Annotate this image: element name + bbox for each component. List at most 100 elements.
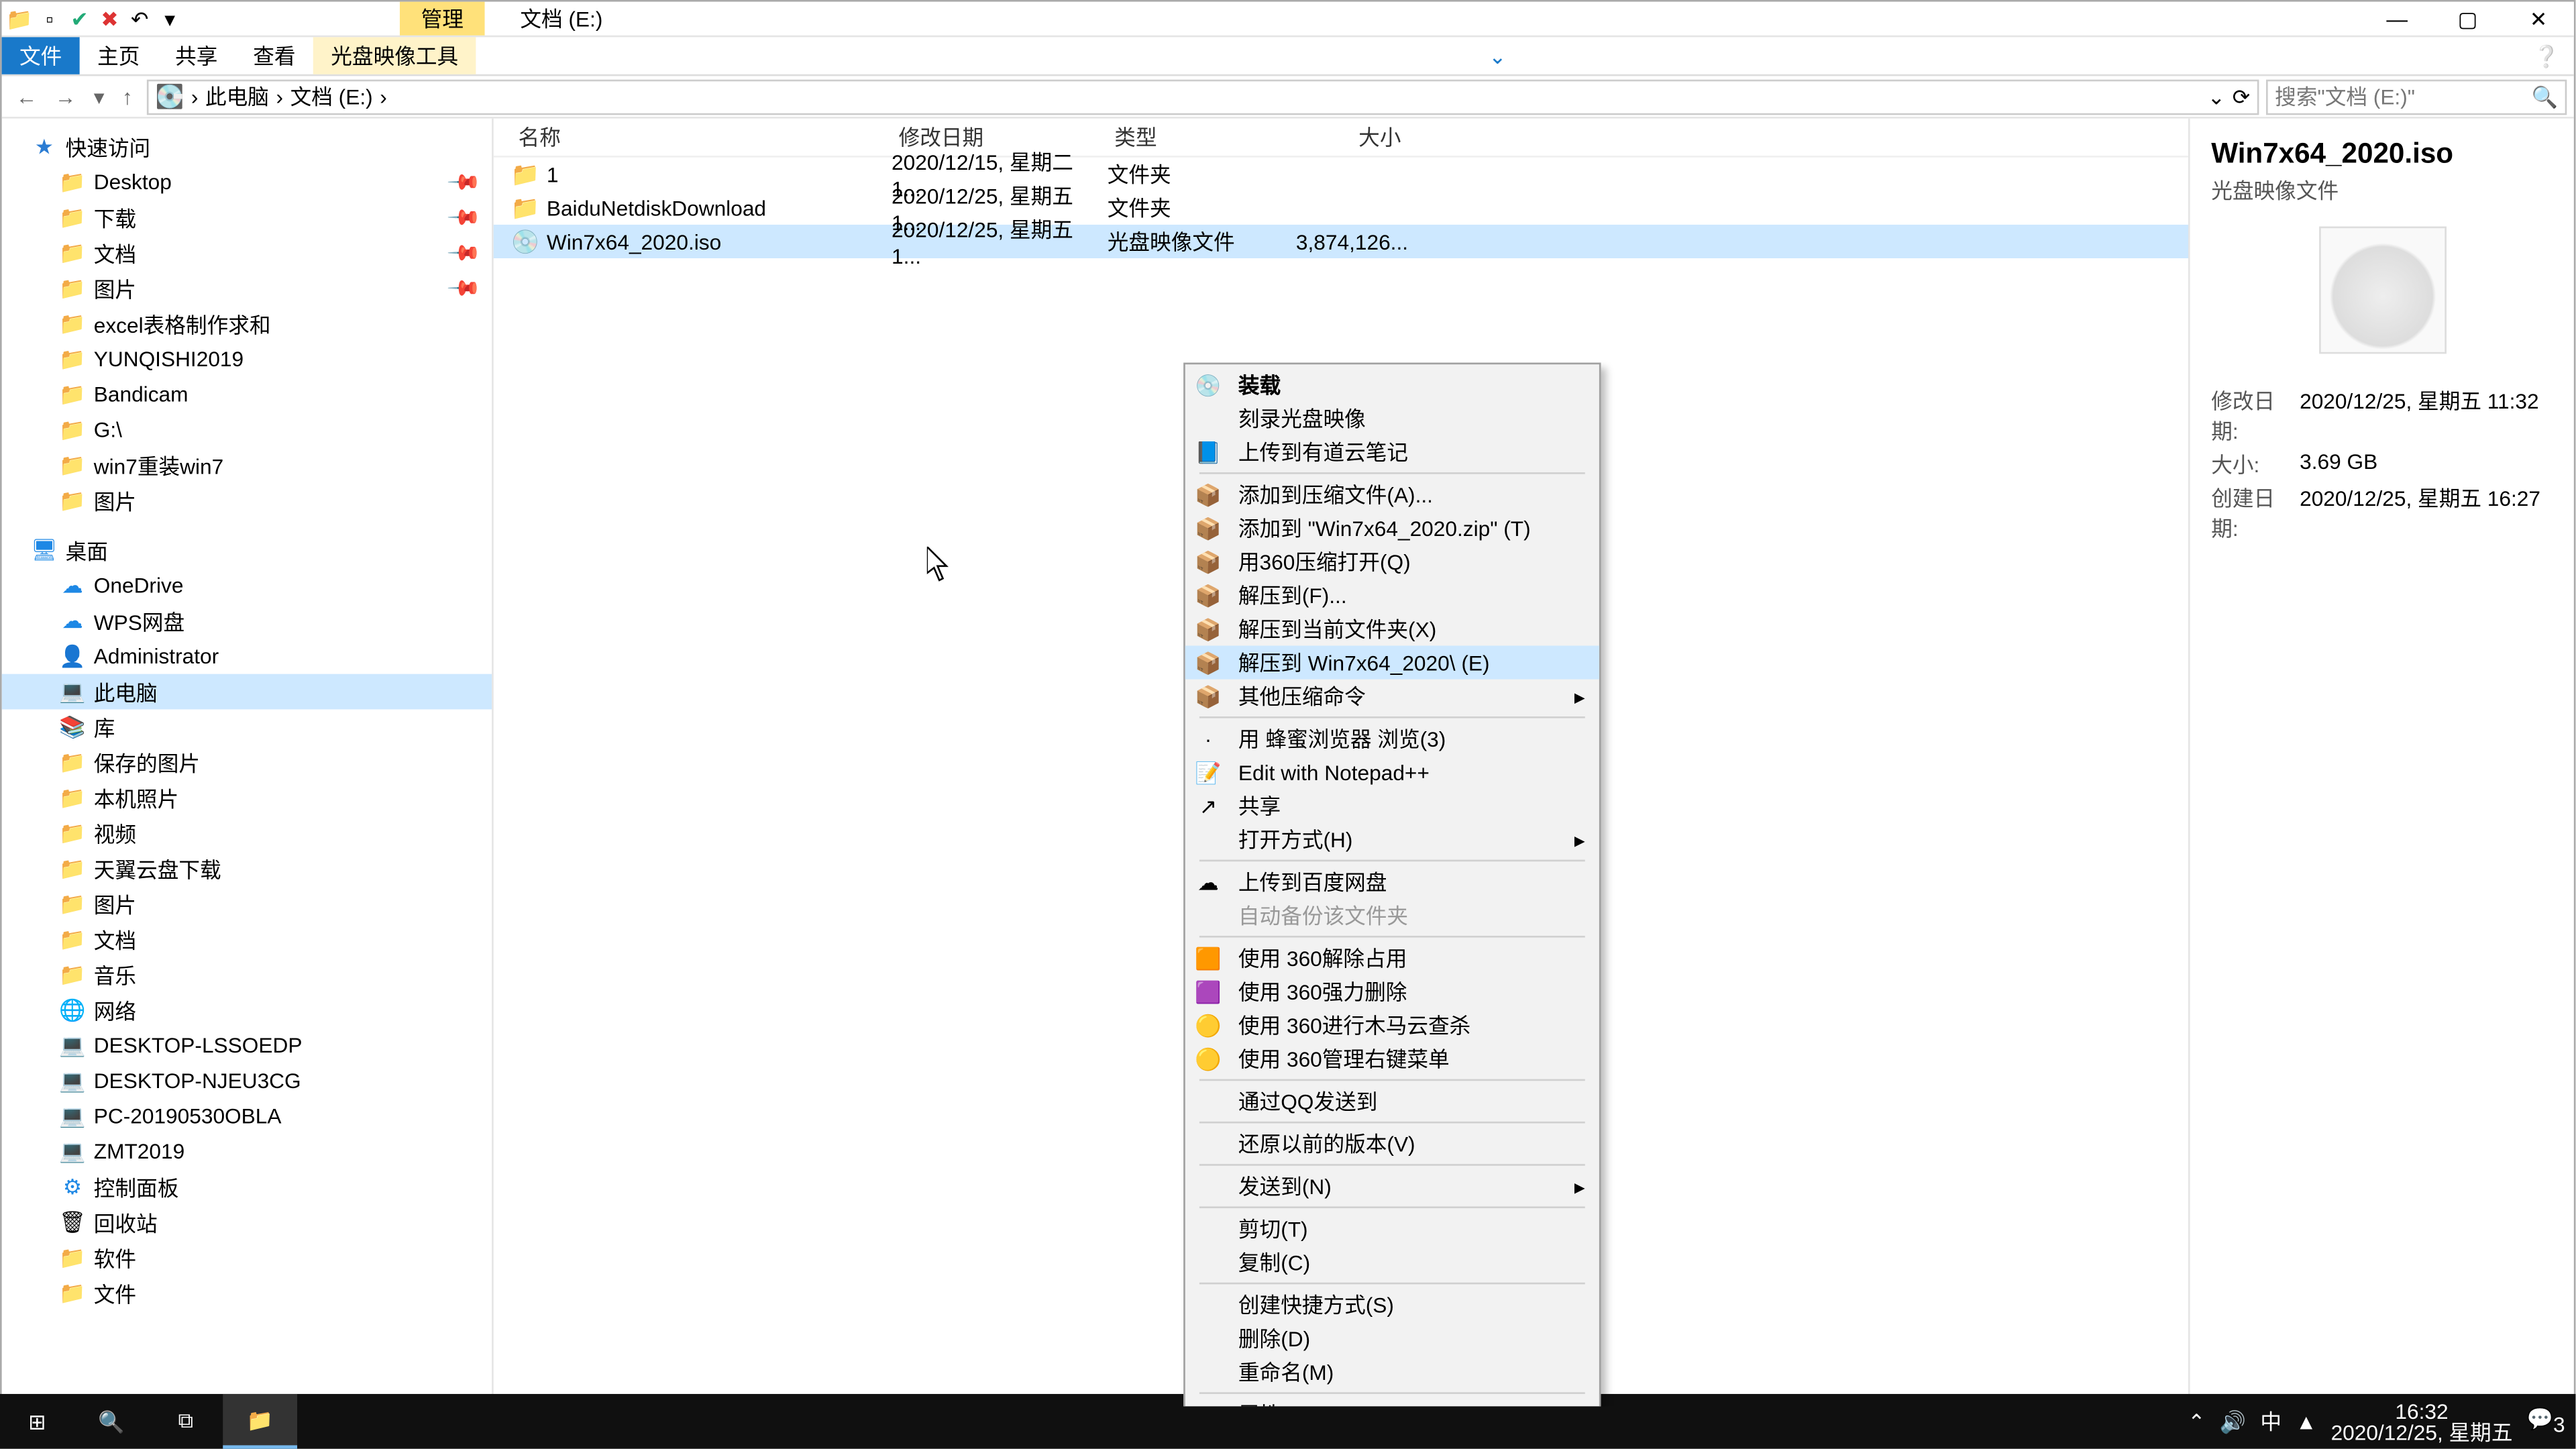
- nav-fwd-icon[interactable]: →: [55, 84, 76, 109]
- tree-item[interactable]: 📁文档: [2, 922, 492, 957]
- menu-item[interactable]: ↗共享: [1185, 789, 1599, 822]
- crumb-root[interactable]: 此电脑: [205, 81, 269, 111]
- tree-item[interactable]: 📁音乐: [2, 957, 492, 993]
- menu-item[interactable]: 📦用360压缩打开(Q): [1185, 545, 1599, 578]
- tree-item[interactable]: ★快速访问: [2, 129, 492, 165]
- ribbon-home[interactable]: 主页: [80, 37, 158, 74]
- refresh-icon[interactable]: ⟳: [2233, 84, 2251, 109]
- qat-dropdown-icon[interactable]: ▾: [158, 6, 182, 31]
- menu-item[interactable]: ·用 蜂蜜浏览器 浏览(3): [1185, 722, 1599, 755]
- system-tray[interactable]: ⌃ 🔊 中 ▲ 16:32 2020/12/25, 星期五 💬3: [2188, 1400, 2575, 1442]
- menu-item[interactable]: 📦添加到压缩文件(A)...: [1185, 478, 1599, 511]
- menu-item[interactable]: 📘上传到有道云笔记: [1185, 435, 1599, 469]
- taskbar-clock[interactable]: 16:32 2020/12/25, 星期五: [2331, 1400, 2513, 1442]
- tree-item[interactable]: 📁win7重装win7: [2, 447, 492, 483]
- tree-item[interactable]: 📁YUNQISHI2019: [2, 341, 492, 377]
- tree-item[interactable]: 📁Bandicam: [2, 377, 492, 413]
- menu-item[interactable]: 📦其他压缩命令▸: [1185, 680, 1599, 713]
- ribbon-file[interactable]: 文件: [2, 37, 80, 74]
- tree-item[interactable]: 📁下载📌: [2, 200, 492, 235]
- addr-dropdown-icon[interactable]: ⌄: [2208, 84, 2226, 109]
- search-box[interactable]: 搜索"文档 (E:)" 🔍: [2266, 78, 2567, 114]
- tree-item[interactable]: 📚库: [2, 709, 492, 745]
- close-button[interactable]: ✕: [2503, 1, 2573, 36]
- tree-item[interactable]: 💻PC-20190530OBLA: [2, 1099, 492, 1134]
- tree-item[interactable]: 📁视频: [2, 816, 492, 851]
- nav-recent-icon[interactable]: ▾: [94, 84, 105, 109]
- ribbon-expand-icon[interactable]: ⌄: [1471, 37, 1521, 74]
- tree-item[interactable]: 🗑回收站: [2, 1205, 492, 1240]
- menu-item[interactable]: 📦解压到 Win7x64_2020\ (E): [1185, 646, 1599, 680]
- menu-item[interactable]: 属性(R): [1185, 1397, 1599, 1406]
- taskbar-explorer[interactable]: 📁: [223, 1394, 297, 1449]
- nav-tree[interactable]: ★快速访问📁Desktop📌📁下载📌📁文档📌📁图片📌📁excel表格制作求和📁Y…: [2, 119, 494, 1407]
- menu-item[interactable]: 创建快捷方式(S): [1185, 1288, 1599, 1322]
- qat-delete-icon[interactable]: ✖: [97, 6, 122, 31]
- file-row[interactable]: 📁BaiduNetdiskDownload2020/12/25, 星期五 1..…: [494, 191, 2188, 225]
- menu-item[interactable]: 📦解压到(F)...: [1185, 578, 1599, 612]
- ribbon-disc-tools[interactable]: 光盘映像工具: [313, 37, 476, 74]
- tree-item[interactable]: ⚙控制面板: [2, 1169, 492, 1205]
- tree-item[interactable]: 👤Administrator: [2, 639, 492, 674]
- tree-item[interactable]: 💻DESKTOP-LSSOEDP: [2, 1028, 492, 1063]
- menu-item[interactable]: 复制(C): [1185, 1245, 1599, 1279]
- col-name[interactable]: 名称: [511, 122, 892, 152]
- ribbon-view[interactable]: 查看: [235, 37, 313, 74]
- tree-item[interactable]: 📁G:\: [2, 412, 492, 447]
- col-type[interactable]: 类型: [1108, 122, 1285, 152]
- tree-item[interactable]: 🌐网络: [2, 992, 492, 1028]
- menu-item[interactable]: 打开方式(H)▸: [1185, 822, 1599, 856]
- tree-item[interactable]: 📁文档📌: [2, 235, 492, 271]
- tree-item[interactable]: 📁天翼云盘下载: [2, 851, 492, 886]
- ribbon-share[interactable]: 共享: [158, 37, 235, 74]
- qat-undo-icon[interactable]: ↶: [127, 6, 152, 31]
- file-list[interactable]: 名称 修改日期 类型 大小 📁12020/12/15, 星期二 1...文件夹📁…: [494, 119, 2188, 1407]
- menu-item[interactable]: 剪切(T): [1185, 1212, 1599, 1245]
- menu-item[interactable]: 🟧使用 360解除占用: [1185, 941, 1599, 975]
- nav-back-icon[interactable]: ←: [16, 84, 38, 109]
- task-view-icon[interactable]: ⧉: [149, 1394, 223, 1449]
- menu-item[interactable]: 重命名(M): [1185, 1355, 1599, 1389]
- tree-item[interactable]: 📁图片: [2, 886, 492, 922]
- security-icon[interactable]: ▲: [2296, 1409, 2316, 1434]
- tree-item[interactable]: ☁WPS网盘: [2, 603, 492, 639]
- column-headers[interactable]: 名称 修改日期 类型 大小: [494, 119, 2188, 158]
- qat-save-icon[interactable]: ✔: [67, 6, 92, 31]
- menu-item[interactable]: 💿装载: [1185, 368, 1599, 401]
- menu-item[interactable]: 📦添加到 "Win7x64_2020.zip" (T): [1185, 511, 1599, 545]
- tree-item[interactable]: 💻此电脑: [2, 674, 492, 710]
- crumb-location[interactable]: 文档 (E:): [290, 81, 373, 111]
- ime-indicator[interactable]: 中: [2260, 1406, 2282, 1436]
- menu-item[interactable]: 🟡使用 360进行木马云查杀: [1185, 1008, 1599, 1042]
- menu-item[interactable]: 发送到(N)▸: [1185, 1169, 1599, 1203]
- ribbon-context-tab[interactable]: 管理: [400, 2, 485, 36]
- tree-item[interactable]: 💻DESKTOP-NJEU3CG: [2, 1063, 492, 1099]
- minimize-button[interactable]: ―: [2361, 1, 2432, 36]
- file-row[interactable]: 💿Win7x64_2020.iso2020/12/25, 星期五 1...光盘映…: [494, 225, 2188, 258]
- menu-item[interactable]: 📝Edit with Notepad++: [1185, 755, 1599, 789]
- address-bar[interactable]: 💽 › 此电脑 › 文档 (E:) › ⌄ ⟳: [147, 78, 2259, 114]
- tree-item[interactable]: ☁OneDrive: [2, 568, 492, 603]
- menu-item[interactable]: 📦解压到当前文件夹(X): [1185, 612, 1599, 645]
- start-button[interactable]: ⊞: [0, 1394, 74, 1449]
- tree-item[interactable]: 📁excel表格制作求和: [2, 306, 492, 341]
- menu-item[interactable]: 🟪使用 360强力删除: [1185, 975, 1599, 1008]
- tree-item[interactable]: 📁本机照片: [2, 780, 492, 816]
- col-size[interactable]: 大小: [1284, 122, 1408, 152]
- tree-item[interactable]: 📁图片: [2, 483, 492, 519]
- menu-item[interactable]: ☁上传到百度网盘: [1185, 865, 1599, 898]
- menu-item[interactable]: 通过QQ发送到: [1185, 1084, 1599, 1118]
- tree-item[interactable]: 💻ZMT2019: [2, 1134, 492, 1169]
- file-row[interactable]: 📁12020/12/15, 星期二 1...文件夹: [494, 158, 2188, 191]
- nav-up-icon[interactable]: ↑: [122, 84, 133, 109]
- qat-properties-icon[interactable]: ▫: [37, 6, 62, 31]
- tree-item[interactable]: 📁图片📌: [2, 270, 492, 306]
- tray-up-icon[interactable]: ⌃: [2188, 1409, 2206, 1434]
- tree-item[interactable]: 📁Desktop📌: [2, 164, 492, 200]
- volume-icon[interactable]: 🔊: [2220, 1409, 2246, 1434]
- tree-item[interactable]: 📁软件: [2, 1240, 492, 1276]
- tree-item[interactable]: 📁文件: [2, 1275, 492, 1311]
- menu-item[interactable]: 🟡使用 360管理右键菜单: [1185, 1042, 1599, 1075]
- menu-item[interactable]: 删除(D): [1185, 1322, 1599, 1355]
- menu-item[interactable]: 刻录光盘映像: [1185, 402, 1599, 435]
